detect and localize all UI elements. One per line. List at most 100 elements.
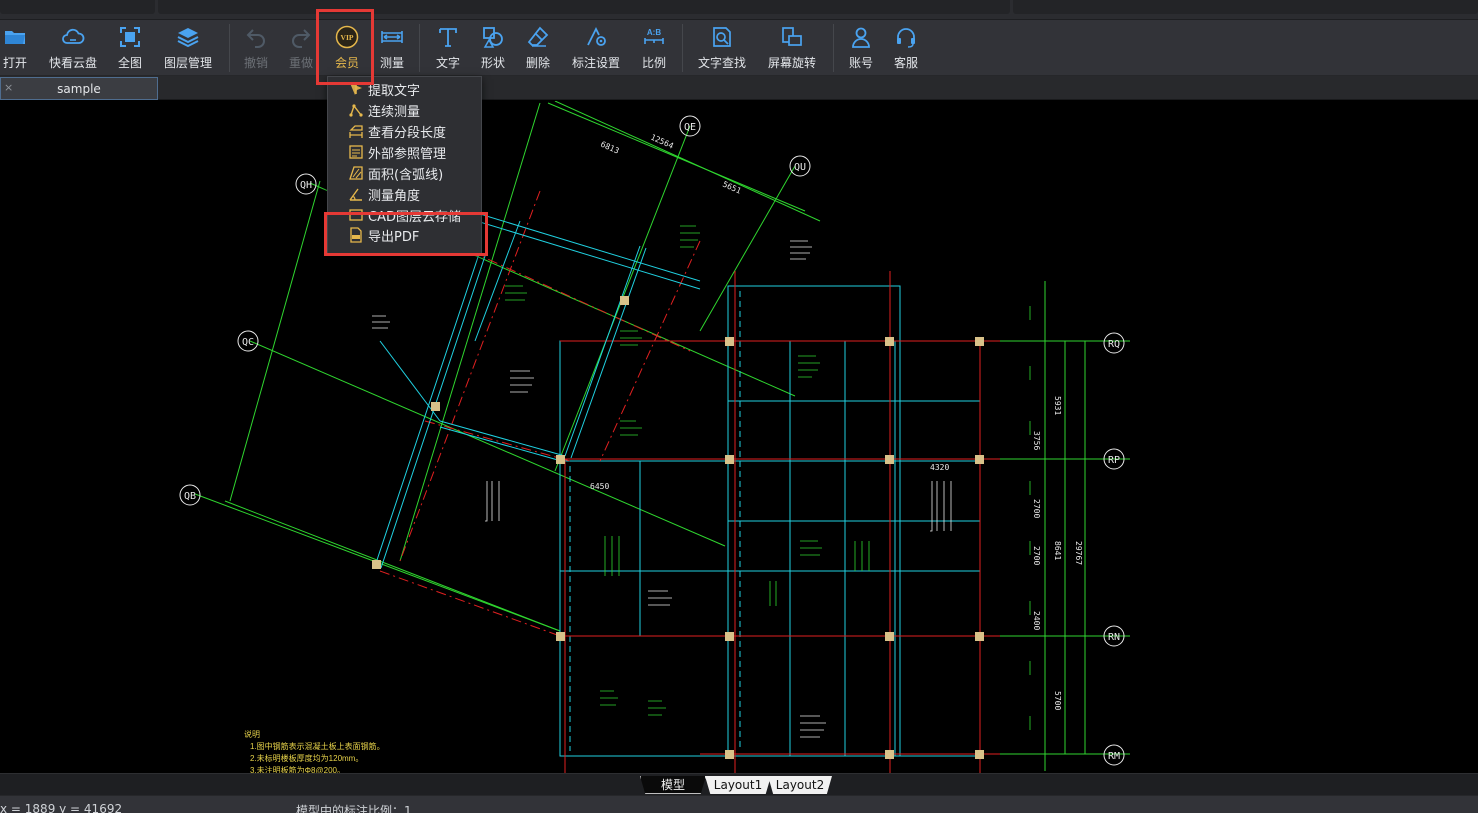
layout-tab-label: Layout1	[713, 778, 763, 792]
layout-tab-label: 模型	[660, 778, 685, 792]
vip-dropdown-menu: 提取文字 连续测量 查看分段长度 外部参照管理 面积(含弧线) 测量角度 CAD…	[327, 76, 482, 254]
xref-icon	[349, 145, 363, 159]
menu-item-measure-angle[interactable]: 测量角度	[328, 184, 481, 204]
menu-item-label: 测量角度	[368, 188, 421, 204]
scale-badge-text: A:B	[647, 28, 661, 37]
grid-label: RM	[1108, 751, 1120, 762]
text-search-button[interactable]: 文字查找	[694, 20, 750, 76]
undo-label: 撤销	[243, 56, 268, 70]
toolbar-separator	[229, 24, 230, 72]
redo-icon	[292, 29, 311, 48]
menu-item-label: 外部参照管理	[368, 146, 447, 162]
continuous-measure-icon	[349, 104, 363, 117]
toolbar-separator	[833, 24, 834, 72]
document-tab-bar: × sample	[0, 76, 1478, 100]
cloud-drive-button[interactable]: 快看云盘	[44, 20, 102, 76]
grid-label: QU	[794, 162, 806, 173]
delete-button[interactable]: 删除	[522, 20, 554, 76]
cloud-icon	[62, 28, 85, 44]
pdf-export-icon	[350, 227, 362, 243]
measure-button[interactable]: 测量	[376, 20, 408, 76]
delete-label: 删除	[525, 56, 550, 70]
layer-manager-label: 图层管理	[163, 56, 212, 70]
rotate-screen-icon	[782, 27, 802, 46]
layout-tab-model[interactable]: 模型	[640, 776, 706, 794]
scale-icon: A:B	[644, 28, 664, 44]
area-icon	[349, 166, 363, 180]
shape-tool-button[interactable]: 形状	[477, 20, 509, 76]
account-button[interactable]: 账号	[845, 20, 877, 76]
measure-icon	[381, 31, 403, 43]
title-segment	[158, 0, 1010, 14]
menu-item-export-pdf[interactable]: 导出PDF	[328, 225, 481, 245]
layout-tab-layout1[interactable]: Layout1	[705, 776, 771, 794]
grid-label: QB	[184, 491, 196, 502]
menu-item-xref-manager[interactable]: 外部参照管理	[328, 142, 481, 162]
dimension-text: 6813	[599, 140, 620, 156]
grid-label: RP	[1108, 455, 1120, 466]
annotation-settings-icon	[587, 26, 606, 46]
folder-open-icon	[5, 31, 25, 44]
headset-icon	[897, 28, 915, 48]
redo-label: 重做	[288, 56, 313, 70]
dimension-text: 6450	[590, 482, 609, 491]
dimension-text: 3756	[1032, 431, 1041, 450]
cad-drawing-canvas[interactable]: QE QU QH QC QB RQ RP RN RM 6813 12564 56…	[0, 101, 1478, 773]
layer-manager-button[interactable]: 图层管理	[160, 20, 216, 76]
segment-length-icon	[349, 125, 363, 138]
shape-icon	[483, 27, 503, 48]
screen-rotate-label: 屏幕旋转	[767, 56, 816, 70]
dimension-text: 2400	[1032, 611, 1041, 630]
grid-label: RN	[1108, 632, 1120, 643]
fit-all-label: 全图	[117, 56, 142, 70]
scale-button[interactable]: A:B 比例	[638, 20, 670, 76]
main-toolbar: 打开 快看云盘 全图 图层管理 撤销 重做 VIP 会员 测量 文字 形状 删除…	[0, 20, 1478, 76]
open-button[interactable]: 打开	[0, 20, 30, 76]
support-button[interactable]: 客服	[890, 20, 922, 76]
menu-item-area[interactable]: 面积(含弧线)	[328, 163, 481, 183]
menu-item-label: 连续测量	[368, 104, 421, 120]
text-tool-button[interactable]: 文字	[432, 20, 464, 76]
menu-item-extract-text[interactable]: 提取文字	[328, 79, 481, 99]
undo-button[interactable]: 撤销	[240, 20, 272, 76]
toolbar-separator	[682, 24, 683, 72]
document-tab-sample[interactable]: × sample	[0, 77, 158, 100]
annotation-settings-button[interactable]: 标注设置	[568, 20, 624, 76]
scale-label: 比例	[641, 56, 666, 70]
redo-button[interactable]: 重做	[285, 20, 317, 76]
dimension-text: 29767	[1074, 541, 1083, 565]
layers-icon	[177, 28, 199, 48]
cad-drawing: QE QU QH QC QB RQ RP RN RM 6813 12564 56…	[179, 101, 1130, 773]
menu-item-cad-layer-cloud[interactable]: CAD图层云存储	[328, 205, 481, 225]
grid-label: QC	[242, 337, 254, 348]
zoom-extents-icon	[120, 27, 140, 47]
tab-close-icon[interactable]: ×	[4, 81, 13, 94]
layout-tab-layout2[interactable]: Layout2	[768, 776, 832, 794]
fit-all-button[interactable]: 全图	[114, 20, 146, 76]
dimension-text: 8641	[1053, 541, 1062, 560]
dimension-text: 2700	[1032, 546, 1041, 565]
grid-label: RQ	[1108, 339, 1120, 350]
menu-item-label: 查看分段长度	[368, 125, 447, 141]
notes-line: 1.图中钢筋表示混凝土板上表面钢筋。	[250, 741, 385, 751]
screen-rotate-button[interactable]: 屏幕旋转	[764, 20, 820, 76]
text-search-label: 文字查找	[697, 56, 746, 70]
menu-item-label: 导出PDF	[368, 229, 420, 245]
tab-label: sample	[57, 81, 101, 96]
eraser-icon	[527, 26, 549, 47]
dimension-text: 5700	[1053, 691, 1062, 710]
menu-item-segment-length[interactable]: 查看分段长度	[328, 121, 481, 141]
text-icon	[439, 28, 457, 47]
shape-tool-label: 形状	[480, 56, 505, 70]
support-label: 客服	[893, 56, 918, 70]
text-tool-label: 文字	[435, 56, 460, 70]
account-icon	[852, 27, 870, 48]
vip-button[interactable]: VIP 会员	[330, 20, 364, 76]
status-bar: x = 1889 y = 41692 模型中的标注比例：1	[0, 795, 1478, 813]
menu-item-continuous-measure[interactable]: 连续测量	[328, 100, 481, 120]
measure-label: 测量	[379, 56, 404, 70]
dimension-text: 5931	[1053, 396, 1062, 415]
window-title-bar	[0, 0, 1478, 20]
layout-tabs-bar: 模型 Layout1 Layout2	[0, 773, 1478, 795]
account-label: 账号	[848, 56, 873, 70]
